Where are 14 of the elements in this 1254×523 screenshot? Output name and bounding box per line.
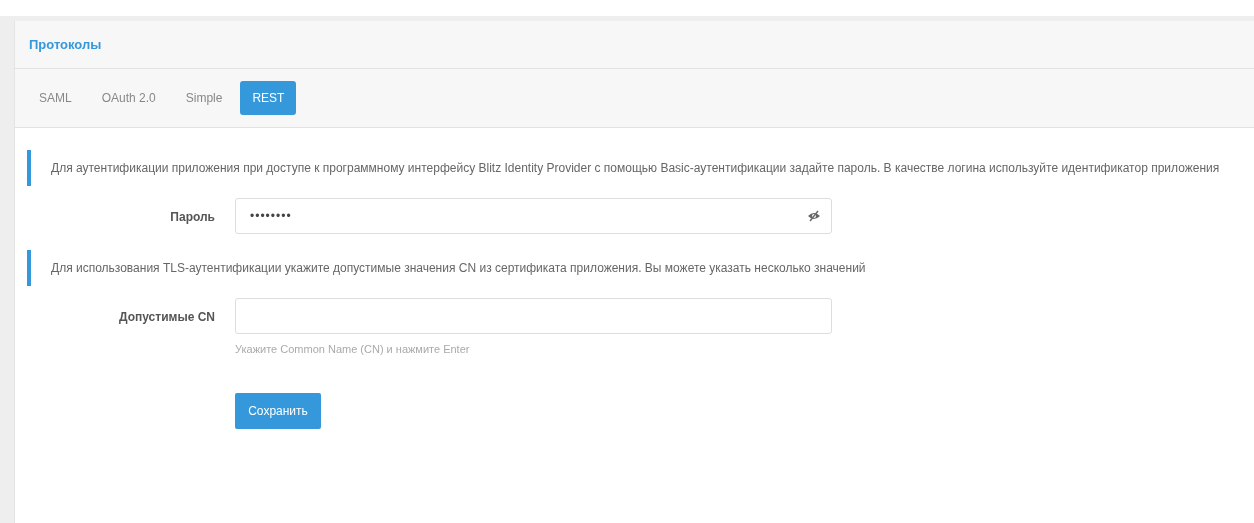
info-note: Для аутентификации приложения при доступе к программному интерфейсу Blitz Identity Provider с помощью Basic-аутентификации задайте пароль. В качестве логина используйте идентификатор приложения: [27, 150, 1241, 186]
field-hint: Укажите Common Name (CN) и нажмите Enter: [235, 343, 471, 355]
field-label: Допустимые CN: [117, 309, 215, 324]
field-label: Пароль: [169, 209, 215, 224]
cn-input-field[interactable]: [235, 298, 832, 334]
eye-slash-icon[interactable]: [807, 210, 821, 222]
save-button[interactable]: Сохранить: [235, 393, 321, 429]
tab[interactable]: OAuth 2.0: [89, 81, 168, 115]
tab[interactable]: SAML: [27, 81, 84, 115]
tab[interactable]: REST: [240, 81, 297, 115]
tab[interactable]: Simple: [173, 81, 235, 115]
panel-title: Протоколы: [29, 37, 102, 52]
info-note: Для использования TLS-аутентификации укажите допустимые значения CN из сертификата приложения. Вы можете указать несколько значений: [27, 250, 1241, 286]
password-field[interactable]: ••••••••: [235, 198, 832, 234]
